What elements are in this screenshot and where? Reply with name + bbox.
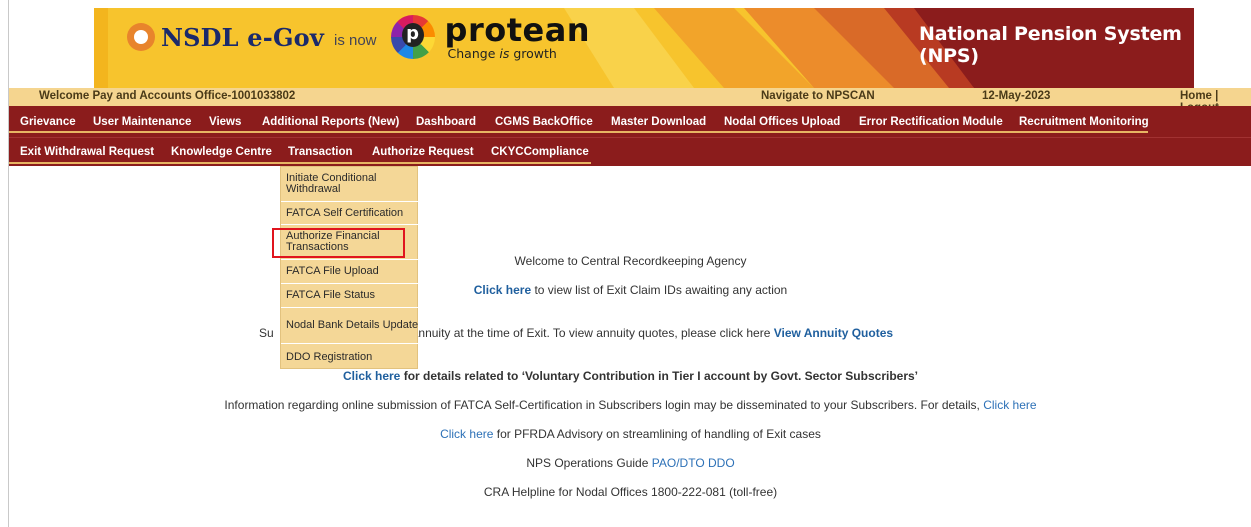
welcome-cra-line: Welcome to Central Recordkeeping Agency <box>9 254 1251 268</box>
protean-brand-block: protean Change is growth <box>445 14 591 61</box>
navigate-npscan-link[interactable]: Navigate to NPSCAN <box>761 90 875 102</box>
is-now-text: is now <box>334 31 377 49</box>
pao-dto-ddo-link[interactable]: PAO/DTO DDO <box>652 456 735 470</box>
main-nav-row-1: Grievance User Maintenance Views Additio… <box>9 106 1251 137</box>
menu-nodal-bank-details-update[interactable]: Nodal Bank Details Update <box>281 308 419 344</box>
pfrda-text: for PFRDA Advisory on streamlining of ha… <box>493 427 821 441</box>
system-title: National Pension System (NPS) <box>919 23 1182 67</box>
exit-claim-text: to view list of Exit Claim IDs awaiting … <box>531 283 788 297</box>
nav-underline <box>9 131 1148 133</box>
main-content: Welcome to Central Recordkeeping Agency … <box>9 166 1251 527</box>
pfrda-line: Click here for PFRDA Advisory on streaml… <box>9 427 1251 441</box>
nav-underline <box>9 162 591 164</box>
protean-brand: protean <box>444 11 591 49</box>
welcome-bar: Welcome Pay and Accounts Office-10010338… <box>9 88 1251 114</box>
menu-fatca-file-upload[interactable]: FATCA File Upload <box>281 260 419 284</box>
fatca-info-text: Information regarding online submission … <box>224 398 984 412</box>
voluntary-click-here-link[interactable]: Click here <box>343 369 400 383</box>
header-banner: NSDL e-Gov is now protean Change is grow… <box>9 0 1251 88</box>
highlight-box <box>272 228 405 258</box>
fatca-info-line: Information regarding online submission … <box>9 398 1251 412</box>
exit-claim-link[interactable]: Click here <box>474 283 531 297</box>
main-nav-row-2: Exit Withdrawal Request Knowledge Centre… <box>9 137 1251 166</box>
nsdl-brand: NSDL e-Gov <box>161 22 324 52</box>
pfrda-click-here-link[interactable]: Click here <box>440 427 493 441</box>
nsdl-logo-icon <box>127 23 155 52</box>
ops-guide-line: NPS Operations Guide PAO/DTO DDO <box>9 456 1251 470</box>
link-separator: | <box>1215 90 1219 102</box>
fatca-click-here-link[interactable]: Click here <box>983 398 1036 412</box>
voluntary-text: for details related to ‘Voluntary Contri… <box>400 369 918 383</box>
view-annuity-quotes-link[interactable]: View Annuity Quotes <box>774 326 893 340</box>
menu-fatca-self-certification[interactable]: FATCA Self Certification <box>281 202 419 225</box>
welcome-cra-text: Welcome to Central Recordkeeping Agency <box>514 254 747 268</box>
helpline-line: CRA Helpline for Nodal Offices 1800-222-… <box>9 485 1251 499</box>
protean-tagline: Change is growth <box>447 46 591 61</box>
helpline-text: CRA Helpline for Nodal Offices 1800-222-… <box>483 485 778 499</box>
menu-fatca-file-status[interactable]: FATCA File Status <box>281 284 419 308</box>
voluntary-line: Click here for details related to ‘Volun… <box>9 369 1251 383</box>
transaction-dropdown-menu: Initiate Conditional Withdrawal FATCA Se… <box>280 166 419 370</box>
ops-guide-text: NPS Operations Guide <box>526 456 652 470</box>
tagline-part: growth <box>513 46 557 61</box>
page-frame: NSDL e-Gov is now protean Change is grow… <box>8 0 1251 527</box>
menu-initiate-conditional-withdrawal[interactable]: Initiate Conditional Withdrawal <box>281 167 419 202</box>
menu-ddo-registration[interactable]: DDO Registration <box>281 344 419 370</box>
protean-logo-icon <box>390 15 435 60</box>
tagline-italic: is <box>499 46 510 61</box>
home-link[interactable]: Home <box>1180 90 1212 102</box>
welcome-text: Welcome Pay and Accounts Office-10010338… <box>39 90 296 102</box>
tagline-part: Change <box>447 46 496 61</box>
brand-logos: NSDL e-Gov is now protean Change is grow… <box>127 14 590 61</box>
current-date: 12-May-2023 <box>982 90 1051 102</box>
exit-claim-line: Click here to view list of Exit Claim ID… <box>9 283 1251 297</box>
annuity-prefix: Su <box>259 326 274 340</box>
